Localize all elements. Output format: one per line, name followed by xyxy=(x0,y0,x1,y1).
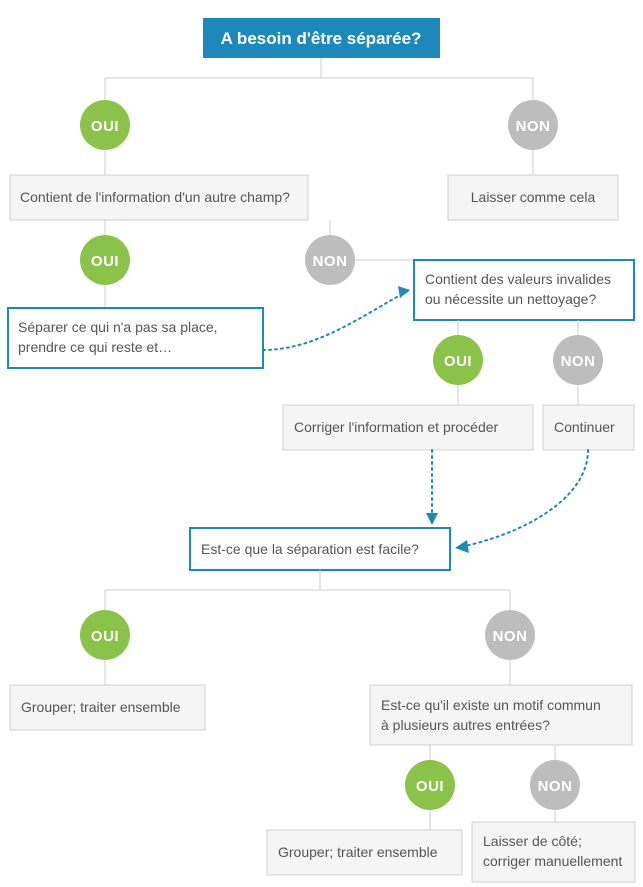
decision-yes-5-label: OUI xyxy=(416,778,444,795)
node-invalid-values xyxy=(414,260,634,320)
arrowhead-icon xyxy=(455,540,469,553)
decision-yes-1-label: OUI xyxy=(91,118,119,135)
decision-no-4-label: NON xyxy=(493,628,528,645)
decision-yes-4-label: OUI xyxy=(91,628,119,645)
node-easy-separation-label: Est-ce que la séparation est facile? xyxy=(201,541,419,557)
dotted-connector-continue-to-easy xyxy=(460,450,588,547)
flowchart-canvas: A besoin d'être séparée? OUI NON Contien… xyxy=(0,0,643,887)
node-common-motif-label-2: à plusieurs autres entrées? xyxy=(381,717,550,733)
node-set-aside xyxy=(472,822,635,882)
decision-yes-2-label: OUI xyxy=(91,253,119,270)
arrowhead-icon xyxy=(426,513,438,525)
decision-no-1-label: NON xyxy=(516,118,551,135)
root-node-label: A besoin d'être séparée? xyxy=(221,29,422,48)
node-common-motif-label-1: Est-ce qu'il existe un motif commun xyxy=(381,697,601,713)
node-set-aside-label-1: Laisser de côté; xyxy=(483,833,582,849)
node-correct-proceed-label: Corriger l'information et procéder xyxy=(294,419,499,435)
node-group-1-label: Grouper; traiter ensemble xyxy=(21,699,181,715)
node-separate-label-1: Séparer ce qui n'a pas sa place, xyxy=(18,319,218,335)
node-separate-label-2: prendre ce qui reste et… xyxy=(18,339,172,355)
node-continue-label: Continuer xyxy=(554,419,615,435)
decision-no-5-label: NON xyxy=(538,778,573,795)
node-set-aside-label-2: corriger manuellement xyxy=(483,853,622,869)
dotted-connector-separate-to-invalid xyxy=(263,290,410,350)
node-group-2-label: Grouper; traiter ensemble xyxy=(278,844,438,860)
node-invalid-values-label-1: Contient des valeurs invalides xyxy=(425,271,611,287)
node-other-field-label: Contient de l'information d'un autre cha… xyxy=(20,189,290,205)
node-leave-as-is-label: Laisser comme cela xyxy=(471,189,596,205)
node-common-motif xyxy=(370,685,632,745)
node-invalid-values-label-2: ou nécessite un nettoyage? xyxy=(425,291,596,307)
decision-no-3-label: NON xyxy=(561,353,596,370)
node-separate xyxy=(8,308,263,368)
decision-yes-3-label: OUI xyxy=(444,353,472,370)
decision-no-2-label: NON xyxy=(313,253,348,270)
